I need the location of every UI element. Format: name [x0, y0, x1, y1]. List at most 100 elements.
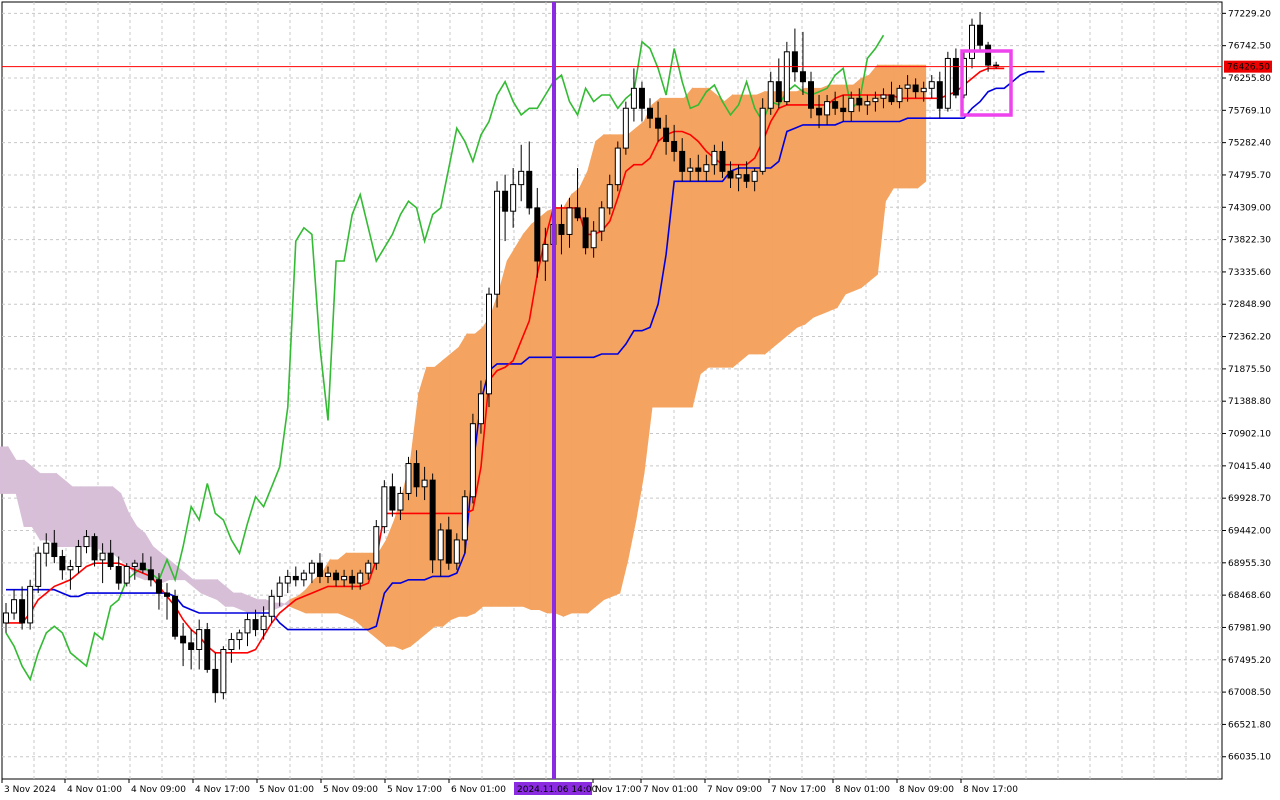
candle-body	[510, 184, 517, 212]
y-tick-label: 71875.50	[1228, 365, 1271, 375]
x-tick-label: 8 Nov 01:00	[835, 785, 890, 795]
cloud-segment-bull	[530, 216, 540, 611]
cloud-segment-bull	[901, 64, 911, 189]
cloud-segment-bull	[595, 133, 605, 608]
x-tick-label: 4 Nov 09:00	[131, 785, 186, 795]
candle-body	[3, 612, 9, 624]
cloud-segment-bull	[772, 91, 782, 349]
cloud-segment-bull	[860, 74, 870, 289]
y-tick-label: 75282.40	[1228, 139, 1271, 149]
cloud-segment-bull	[587, 141, 597, 614]
cloud-segment-bull	[716, 94, 725, 368]
cloud-segment-bear	[249, 595, 259, 614]
candle-body	[711, 150, 718, 166]
candle-body	[453, 539, 460, 564]
cloud-segment-bear	[64, 479, 73, 547]
candle-body	[341, 575, 348, 581]
cloud-segment-bull	[804, 87, 814, 325]
candle-body	[99, 552, 106, 561]
candle-body	[920, 87, 927, 93]
x-tick-label: 5 Nov 09:00	[323, 785, 378, 795]
candle-body	[115, 565, 122, 584]
cloud-segment-bear	[200, 579, 210, 597]
candle-body	[260, 615, 267, 631]
cloud-segment-bull	[450, 346, 460, 621]
candle-body	[429, 479, 436, 561]
candle-body	[816, 107, 823, 116]
price-chart[interactable]: 76426.50 2024.11.06 14:00 77229.20 76742.5…	[0, 0, 1280, 800]
candle-body	[300, 572, 307, 581]
cloud-segment-bull	[635, 120, 645, 521]
candle-body	[904, 84, 911, 89]
cloud-segment-bull	[563, 193, 572, 617]
candle-body	[397, 492, 404, 511]
cloud-segment-bear	[23, 459, 33, 528]
candle-body	[759, 107, 766, 172]
cloud-segment-bull	[844, 84, 854, 295]
cloud-segment-bear	[208, 579, 218, 601]
candle-body	[196, 629, 203, 650]
cloud-segment-bull	[498, 260, 508, 607]
candle-body	[204, 629, 211, 670]
candle-body	[486, 293, 492, 395]
candle-body	[292, 575, 299, 581]
candle-body	[622, 107, 629, 149]
candle-body	[735, 174, 742, 179]
candle-body	[365, 562, 372, 574]
cloud-segment-bull	[764, 91, 774, 355]
candle-body	[469, 423, 476, 498]
cloud-segment-bull	[699, 87, 709, 375]
candle-body	[848, 97, 855, 113]
candle-body	[180, 635, 187, 644]
candle-body	[172, 595, 179, 637]
candle-body	[542, 243, 549, 262]
y-tick-label: 67981.90	[1228, 623, 1271, 633]
x-tick-label: Nov 17:00	[595, 785, 642, 795]
x-tick-label: 6 Nov 01:00	[451, 785, 506, 795]
cloud-segment-bull	[506, 246, 516, 607]
candle-body	[719, 150, 726, 172]
candle-body	[775, 81, 782, 103]
candle-body	[333, 572, 340, 581]
candle-body	[308, 562, 315, 574]
candle-body	[236, 632, 243, 641]
cloud-segment-bull	[828, 84, 838, 312]
candle-body	[91, 536, 98, 561]
candle-body	[928, 81, 935, 89]
cloud-segment-bull	[740, 94, 750, 362]
candle-body	[614, 147, 621, 186]
x-tick-label: 5 Nov 01:00	[259, 785, 314, 795]
candle-body	[824, 101, 831, 116]
candle-body	[421, 479, 428, 488]
candle-body	[598, 207, 605, 232]
candle-body	[526, 170, 533, 209]
candle-body	[228, 639, 235, 650]
cloud-segment-bull	[708, 87, 717, 368]
candle-body	[695, 167, 702, 172]
cloud-segment-bull	[675, 97, 685, 408]
candle-body	[574, 207, 581, 219]
candle-body	[703, 164, 710, 172]
x-tick-label: 4 Nov 01:00	[67, 785, 122, 795]
cloud-segment-bear	[0, 446, 9, 494]
cloud-segment-bull	[627, 127, 637, 560]
cloud-segment-bear	[241, 592, 250, 614]
cloud-segment-bull	[514, 233, 524, 607]
candle-body	[67, 565, 74, 571]
candle-body	[139, 562, 146, 571]
price-label: 76426.50	[1227, 63, 1270, 73]
candle-body	[590, 230, 597, 249]
x-tick-label: 3 Nov 2024	[4, 785, 56, 795]
x-tick-label: 7 Nov 09:00	[707, 785, 762, 795]
cloud-segment-bull	[434, 359, 444, 627]
y-tick-label: 74309.00	[1228, 203, 1271, 213]
candle-body	[373, 526, 380, 564]
cloud-segment-bear	[31, 466, 41, 542]
cloud-segment-bull	[522, 223, 532, 611]
candle-body	[630, 87, 637, 109]
x-tick-label: 4 Nov 17:00	[195, 785, 250, 795]
candle-body	[864, 101, 871, 106]
candle-body	[534, 207, 541, 262]
candle-body	[445, 529, 452, 564]
cloud-segment-bull	[724, 94, 733, 368]
